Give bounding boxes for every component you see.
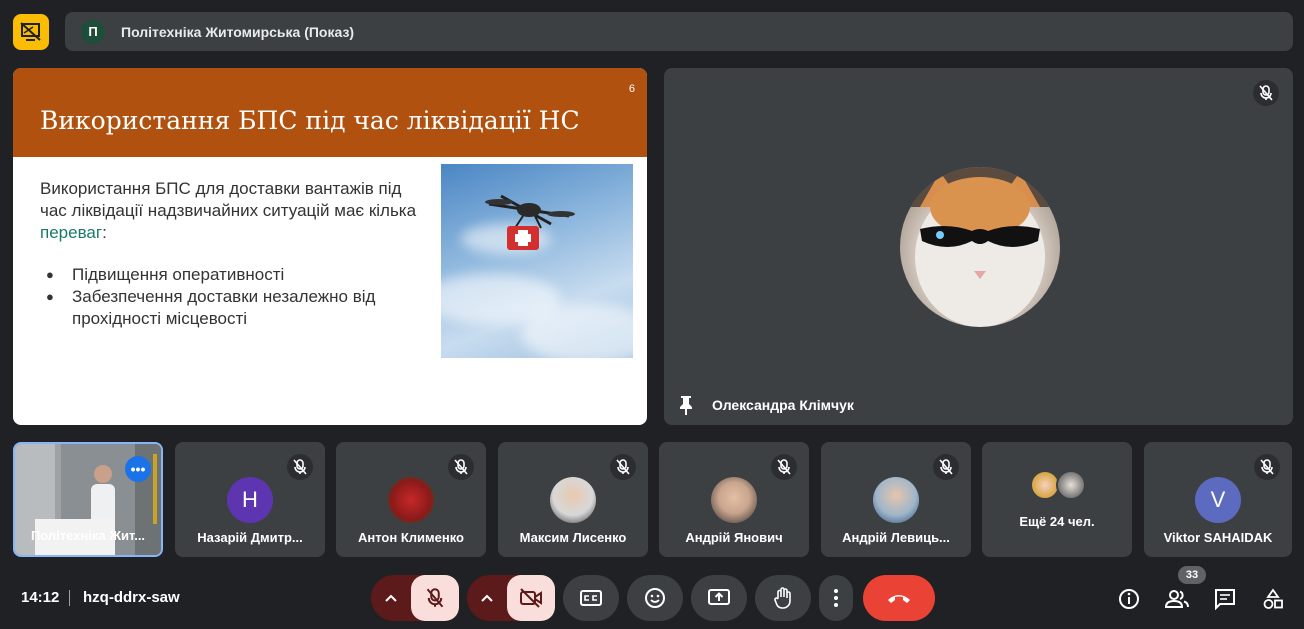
slide-header: 6 Використання БПС під час ліквідації НС: [13, 68, 647, 157]
presenter-banner: П Політехніка Житомирська (Показ): [65, 12, 1293, 51]
mic-control: [371, 575, 459, 621]
chevron-up-icon: [481, 594, 493, 602]
reactions-button[interactable]: [627, 575, 683, 621]
meeting-code: hzq-ddrx-saw: [83, 589, 180, 606]
mic-off-icon: [1253, 80, 1279, 106]
mic-off-icon: [771, 454, 797, 480]
screen-share-off-icon: [20, 22, 41, 41]
present-screen-button[interactable]: [691, 575, 747, 621]
slide-intro-end: :: [102, 223, 107, 242]
participant-avatar: Н: [227, 477, 273, 523]
meet-window: П Політехніка Житомирська (Показ) 6 Вико…: [0, 0, 1304, 629]
participant-tile[interactable]: Н Назарій Дмитр...: [175, 442, 325, 557]
clock: 14:12: [21, 589, 60, 606]
participant-name: Назарій Дмитр...: [197, 530, 303, 545]
people-icon: [1165, 590, 1189, 608]
mic-off-icon: [933, 454, 959, 480]
participant-count-badge: 33: [1178, 566, 1206, 584]
participant-tile[interactable]: Андрій Левиць...: [821, 442, 971, 557]
slide-title: Використання БПС під час ліквідації НС: [40, 106, 580, 135]
emoji-icon: [645, 588, 665, 608]
participant-name: Антон Клименко: [358, 530, 464, 545]
camera-off-icon: [520, 588, 542, 608]
closed-captions-icon: [580, 590, 602, 606]
slide-bullet: Підвищення оперативності: [40, 264, 420, 286]
presentation-slide: 6 Використання БПС під час ліквідації НС…: [13, 68, 647, 425]
participant-avatar: [388, 477, 434, 523]
camera-control: [467, 575, 555, 621]
mic-off-icon: [1254, 454, 1280, 480]
speaker-name: Олександра Клімчук: [712, 397, 854, 413]
slide-intro: Використання БПС для доставки вантажів п…: [40, 178, 420, 244]
slide-intro-text: Використання БПС для доставки вантажів п…: [40, 179, 417, 220]
meeting-title: Політехніка Житомирська (Показ): [121, 23, 355, 40]
slide-intro-highlight: переваг: [40, 223, 103, 242]
participant-avatar: [1056, 470, 1086, 500]
participant-tile-self[interactable]: ••• Політехніка Жит...: [13, 442, 163, 557]
video-options-button[interactable]: [467, 594, 507, 602]
participant-name: Viktor SAHAIDAK: [1163, 530, 1273, 545]
drone-image: [441, 164, 633, 358]
participant-tile[interactable]: Андрій Янович: [659, 442, 809, 557]
captions-button[interactable]: [563, 575, 619, 621]
participant-name: Максим Лисенко: [519, 530, 627, 545]
pin-icon[interactable]: [676, 394, 696, 416]
chat-button[interactable]: [1212, 586, 1238, 612]
chat-icon: [1215, 589, 1235, 610]
mic-off-icon: [448, 454, 474, 480]
others-tile[interactable]: Ещё 24 чел.: [982, 442, 1132, 557]
presentation-icon-button[interactable]: [13, 14, 49, 50]
activities-button[interactable]: [1260, 586, 1286, 612]
mic-toggle-button[interactable]: [411, 575, 459, 621]
participant-tile[interactable]: V Viktor SAHAIDAK: [1144, 442, 1292, 557]
audio-options-button[interactable]: [371, 594, 411, 602]
slide-page-number: 6: [628, 83, 635, 95]
present-screen-icon: [708, 589, 730, 605]
info-icon: [1119, 589, 1139, 609]
participant-tile[interactable]: Антон Клименко: [336, 442, 486, 557]
participant-name: Андрій Янович: [685, 530, 783, 545]
mic-off-icon: [287, 454, 313, 480]
participant-avatar: [711, 477, 757, 523]
speaker-avatar: [900, 167, 1060, 327]
chevron-up-icon: [385, 594, 397, 602]
participant-avatar: [873, 477, 919, 523]
shapes-icon: [1263, 588, 1283, 609]
slide-body: Використання БПС для доставки вантажів п…: [40, 178, 420, 330]
divider: [69, 590, 70, 606]
participant-avatar: V: [1195, 477, 1241, 523]
more-options-button[interactable]: [819, 575, 853, 621]
raise-hand-button[interactable]: [755, 575, 811, 621]
people-button[interactable]: [1164, 586, 1190, 612]
participant-tile[interactable]: Максим Лисенко: [498, 442, 648, 557]
mic-off-icon: [426, 588, 444, 608]
meeting-details-button[interactable]: [1116, 586, 1142, 612]
leave-call-button[interactable]: [863, 575, 935, 621]
drone-icon: [485, 194, 575, 250]
hang-up-icon: [888, 595, 910, 603]
participant-avatar: [550, 477, 596, 523]
hand-icon: [774, 587, 791, 609]
more-vert-icon: [834, 589, 838, 607]
more-options-button[interactable]: •••: [125, 456, 151, 482]
mic-off-icon: [610, 454, 636, 480]
camera-toggle-button[interactable]: [507, 575, 555, 621]
slide-bullet-list: Підвищення оперативності Забезпечення до…: [40, 264, 420, 330]
participant-name: Політехніка Жит...: [30, 528, 146, 543]
presenter-avatar: П: [81, 19, 105, 44]
speaker-tile[interactable]: Олександра Клімчук: [664, 68, 1293, 425]
others-count-label: Ещё 24 чел.: [1019, 514, 1095, 529]
participant-name: Андрій Левиць...: [842, 530, 950, 545]
slide-bullet: Забезпечення доставки незалежно від прох…: [40, 286, 420, 330]
